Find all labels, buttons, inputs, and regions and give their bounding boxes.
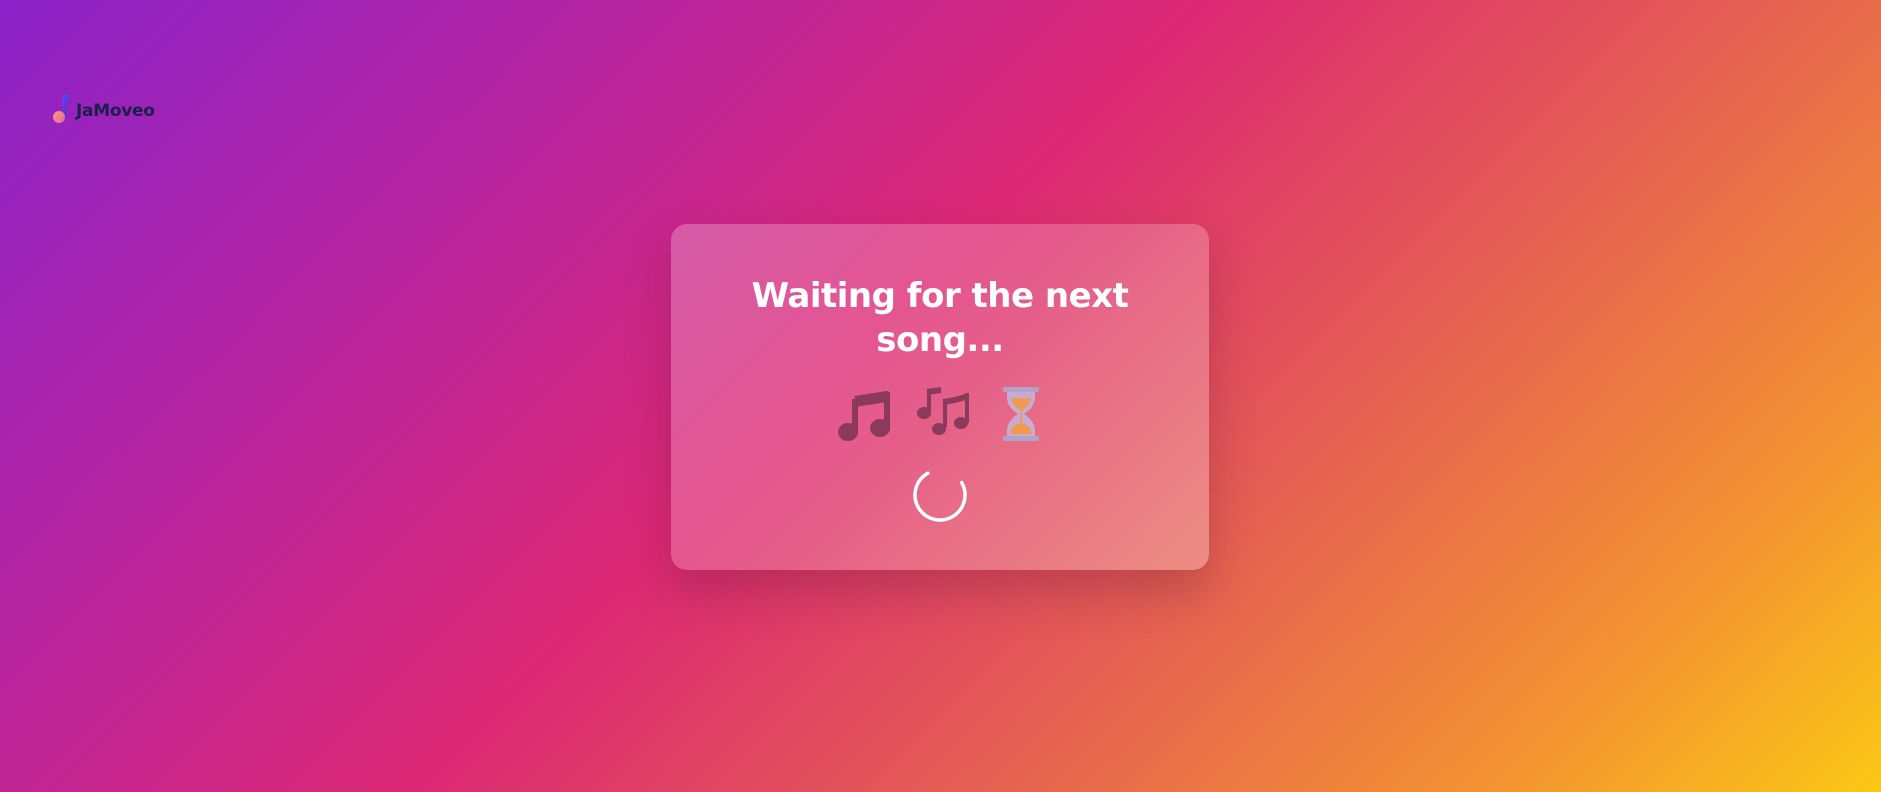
waiting-title: Waiting for the next song...	[751, 276, 1129, 360]
music-notes-icon	[917, 387, 969, 435]
app-name: JaMoveo	[76, 101, 155, 121]
music-note-icon	[53, 94, 71, 123]
app-logo[interactable]: JaMoveo	[52, 92, 155, 124]
emoji-row	[835, 384, 1045, 444]
waiting-card: Waiting for the next song...	[671, 224, 1209, 570]
music-note-icon	[838, 391, 890, 441]
hourglass-icon	[1003, 387, 1039, 441]
loading-spinner	[913, 468, 967, 522]
